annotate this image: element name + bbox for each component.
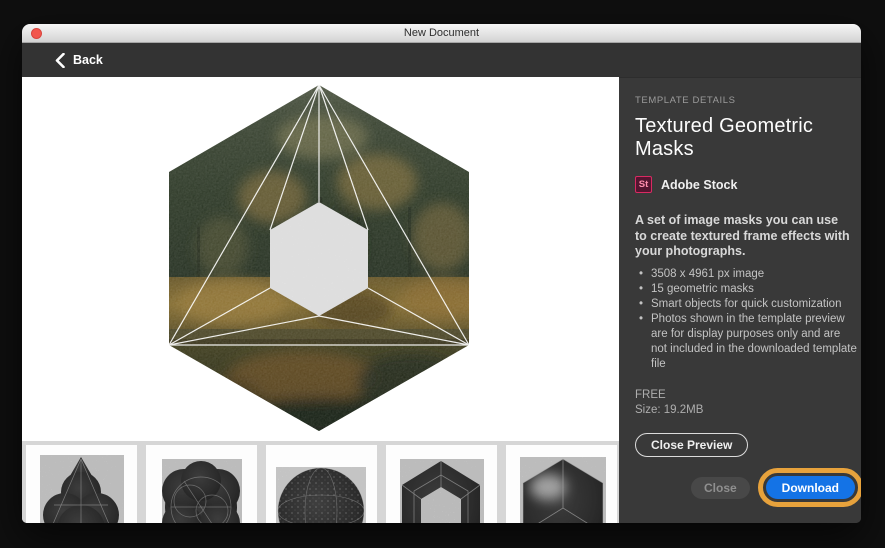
footer-buttons: Close Download bbox=[691, 468, 861, 507]
thumbnail-strip bbox=[22, 441, 619, 523]
back-button[interactable]: Back bbox=[55, 53, 103, 68]
section-label: TEMPLATE DETAILS bbox=[635, 95, 859, 106]
bullet-item: Photos shown in the template preview are… bbox=[639, 312, 859, 372]
provider-name: Adobe Stock bbox=[661, 178, 737, 192]
close-window-button[interactable] bbox=[31, 28, 42, 39]
chevron-left-icon bbox=[55, 53, 65, 68]
thumbnail-hexagon-ring-mask[interactable] bbox=[386, 445, 497, 523]
back-label: Back bbox=[73, 53, 103, 67]
template-preview-image bbox=[22, 77, 619, 441]
adobe-stock-icon: St bbox=[635, 176, 652, 193]
bullet-item: 15 geometric masks bbox=[639, 282, 859, 297]
price-label: FREE bbox=[635, 388, 859, 403]
template-details-panel: TEMPLATE DETAILS Textured Geometric Mask… bbox=[619, 77, 861, 523]
bullet-item: Smart objects for quick customization bbox=[639, 297, 859, 312]
thumbnail-droplet-triangle-mask[interactable] bbox=[26, 445, 137, 523]
content-area: TEMPLATE DETAILS Textured Geometric Mask… bbox=[22, 77, 861, 523]
template-description: A set of image masks you can use to crea… bbox=[635, 213, 853, 260]
window-title: New Document bbox=[404, 27, 479, 39]
header-bar: Back bbox=[22, 43, 861, 77]
thumbnail-hexagon-cube-mask[interactable] bbox=[506, 445, 617, 523]
thumbnail-overlapping-circles-mask[interactable] bbox=[146, 445, 257, 523]
titlebar: New Document bbox=[22, 24, 861, 43]
download-highlight-ring: Download bbox=[758, 468, 861, 507]
download-button[interactable]: Download bbox=[766, 476, 855, 499]
preview-column bbox=[22, 77, 619, 523]
file-size-label: Size: 19.2MB bbox=[635, 403, 859, 418]
new-document-dialog: New Document Back bbox=[22, 24, 861, 523]
meta-block: FREE Size: 19.2MB bbox=[635, 388, 859, 418]
close-preview-button[interactable]: Close Preview bbox=[635, 433, 748, 457]
close-button[interactable]: Close bbox=[691, 477, 750, 499]
thumbnail-geodesic-sphere-mask[interactable] bbox=[266, 445, 377, 523]
hexagon-forest-preview-art bbox=[22, 77, 619, 441]
bullet-item: 3508 x 4961 px image bbox=[639, 267, 859, 282]
template-title: Textured Geometric Masks bbox=[635, 115, 859, 161]
provider-row: St Adobe Stock bbox=[635, 176, 859, 193]
feature-list: 3508 x 4961 px image 15 geometric masks … bbox=[635, 267, 859, 372]
